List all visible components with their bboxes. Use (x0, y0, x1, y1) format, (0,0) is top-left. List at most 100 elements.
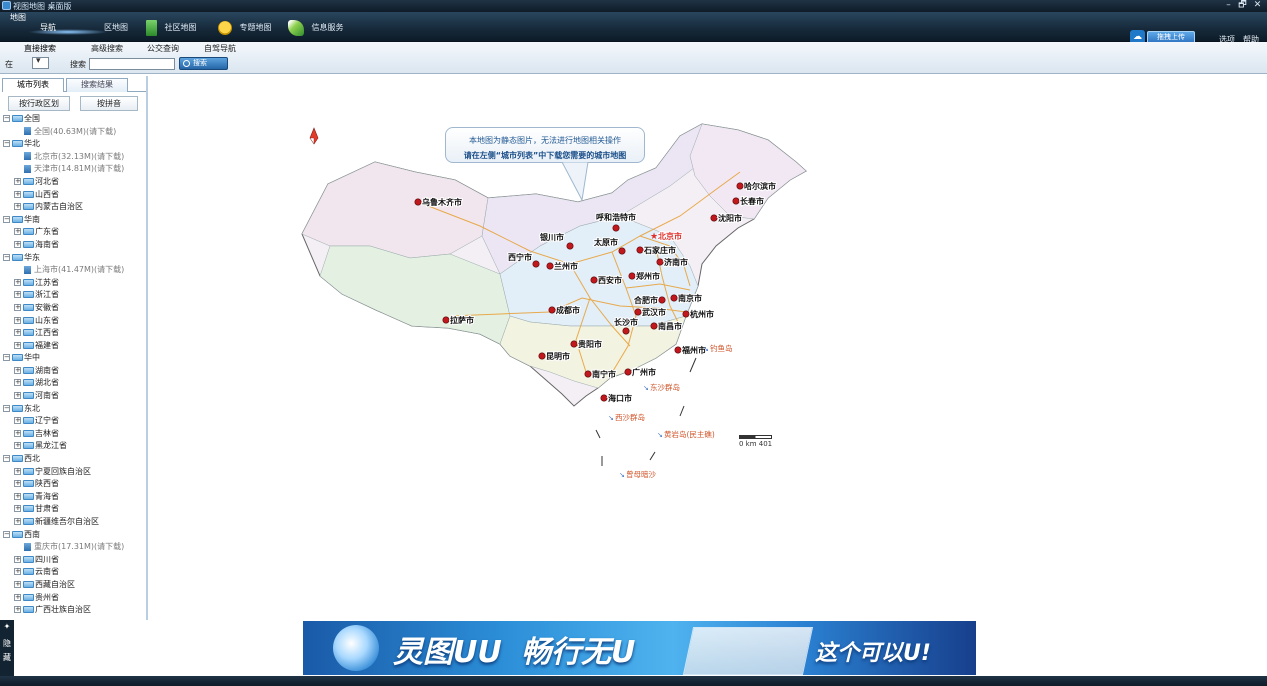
restore-button[interactable]: 🗗 (1236, 0, 1249, 11)
expand-icon[interactable]: + (14, 467, 21, 475)
tree-region[interactable]: − 华南 (2, 214, 146, 227)
tree-province[interactable]: + 江苏省 (2, 277, 146, 290)
tree-province[interactable]: + 陕西省 (2, 478, 146, 491)
tree-region[interactable]: − 华东 (2, 252, 146, 265)
tab-bus-query[interactable]: 公交查询 (147, 43, 179, 54)
tree-province[interactable]: + 湖南省 (2, 365, 146, 378)
tree-province[interactable]: + 河南省 (2, 390, 146, 403)
expand-icon[interactable]: + (14, 240, 21, 248)
nav-community-map[interactable]: 社区地图 (146, 19, 197, 37)
expand-icon[interactable]: + (14, 203, 21, 211)
expand-icon[interactable]: + (14, 392, 21, 400)
expand-icon[interactable]: + (14, 341, 21, 349)
expand-icon[interactable]: + (14, 518, 21, 525)
collapse-icon[interactable]: − (3, 530, 10, 538)
nav-info-service[interactable]: 信息服务 (288, 19, 344, 37)
tree-city-download[interactable]: 重庆市(17.31M)(请下载) (2, 541, 146, 554)
tree-node-label: 北京市(32.13M)(请下载) (34, 151, 125, 161)
expand-icon[interactable]: + (14, 593, 21, 601)
expand-icon[interactable]: + (14, 228, 21, 236)
expand-icon[interactable]: + (14, 379, 21, 387)
tab-search-results[interactable]: 搜索结果 (66, 78, 128, 92)
map-view[interactable]: 乌鲁木齐市 哈尔滨市 长春市 沈阳市 呼和浩特市 ★ 北京市 银川市 太原市 石家庄市 济南市 西宁市… (150, 76, 1267, 618)
tree-region[interactable]: − 全国 (2, 113, 146, 126)
close-button[interactable]: ✕ (1251, 0, 1264, 11)
expand-icon[interactable]: + (14, 303, 21, 311)
tree-region[interactable]: − 华中 (2, 352, 146, 365)
expand-icon[interactable]: + (14, 291, 21, 299)
expand-icon[interactable]: + (14, 366, 21, 374)
expand-icon[interactable]: + (14, 429, 21, 437)
tab-city-list[interactable]: 城市列表 (2, 78, 64, 92)
expand-icon[interactable]: + (14, 606, 21, 614)
expand-icon[interactable]: + (14, 190, 21, 198)
ad-banner[interactable]: 灵图UU 畅行无U 这个可以U! (303, 621, 976, 675)
expand-icon[interactable]: + (14, 580, 21, 588)
tree-province[interactable]: + 宁夏回族自治区 (2, 466, 146, 479)
expand-icon[interactable]: + (14, 316, 21, 324)
expand-icon[interactable]: + (14, 568, 21, 576)
tree-city-download[interactable]: 北京市(32.13M)(请下载) (2, 151, 146, 164)
tree-city-download[interactable]: 上海市(41.47M)(请下载) (2, 264, 146, 277)
nav-region-map-label: 区地图 (104, 23, 128, 32)
tree-region[interactable]: − 华北 (2, 138, 146, 151)
collapse-icon[interactable]: − (3, 253, 10, 261)
tree-province[interactable]: + 四川省 (2, 554, 146, 567)
tree-region[interactable]: − 东北 (2, 403, 146, 416)
tab-advanced-search[interactable]: 高级搜索 (91, 43, 123, 54)
nav-region-map[interactable]: 区地图 (104, 19, 128, 37)
tree-province[interactable]: + 山西省 (2, 189, 146, 202)
expand-icon[interactable]: + (14, 417, 21, 425)
expand-icon[interactable]: + (14, 442, 21, 450)
tree-province[interactable]: + 内蒙古自治区 (2, 201, 146, 214)
search-input[interactable] (89, 58, 175, 70)
tree-city-download[interactable]: 天津市(14.81M)(请下载) (2, 163, 146, 176)
tree-city-download[interactable]: 全国(40.63M)(请下载) (2, 126, 146, 139)
search-button[interactable]: 搜索 (179, 57, 228, 70)
collapse-icon[interactable]: − (3, 455, 10, 463)
expand-icon[interactable]: + (14, 480, 21, 488)
sort-by-region-button[interactable]: 按行政区划 (8, 96, 70, 111)
tree-province[interactable]: + 西藏自治区 (2, 579, 146, 592)
search-scope-select[interactable] (32, 56, 49, 69)
expand-icon[interactable]: + (14, 278, 21, 286)
tree-province[interactable]: + 辽宁省 (2, 415, 146, 428)
collapse-icon[interactable]: − (3, 115, 10, 122)
tree-province[interactable]: + 河北省 (2, 176, 146, 189)
nav-navigation[interactable]: 导航 (40, 19, 56, 37)
tree-province[interactable]: + 青海省 (2, 491, 146, 504)
collapse-icon[interactable]: − (3, 354, 10, 362)
expand-icon[interactable]: + (14, 492, 21, 500)
tree-province[interactable]: + 安徽省 (2, 302, 146, 315)
tree-province[interactable]: + 湖北省 (2, 377, 146, 390)
tree-province[interactable]: + 福建省 (2, 340, 146, 353)
tree-province[interactable]: + 甘肃省 (2, 503, 146, 516)
tree-province[interactable]: + 海南省 (2, 239, 146, 252)
hide-sidebar-toggle[interactable]: ✦ 隐藏 (0, 620, 14, 676)
tree-province[interactable]: + 广西壮族自治区 (2, 604, 146, 617)
expand-icon[interactable]: + (14, 329, 21, 337)
sort-by-pinyin-button[interactable]: 按拼音 (80, 96, 138, 111)
minimize-button[interactable]: – (1222, 0, 1235, 11)
tree-province[interactable]: + 广东省 (2, 226, 146, 239)
tree-province[interactable]: + 江西省 (2, 327, 146, 340)
tree-province[interactable]: + 贵州省 (2, 592, 146, 605)
tree-province[interactable]: + 云南省 (2, 566, 146, 579)
tree-province[interactable]: + 浙江省 (2, 289, 146, 302)
expand-icon[interactable]: + (14, 505, 21, 513)
tree-node-label: 湖南省 (35, 365, 59, 375)
expand-icon[interactable]: + (14, 555, 21, 563)
collapse-icon[interactable]: − (3, 140, 10, 148)
tree-province[interactable]: + 山东省 (2, 315, 146, 328)
tree-province[interactable]: + 吉林省 (2, 428, 146, 441)
collapse-icon[interactable]: − (3, 404, 10, 412)
tree-province[interactable]: + 新疆维吾尔自治区 (2, 516, 146, 529)
tab-direct-search[interactable]: 直接搜索 (24, 43, 56, 54)
tab-driving-nav[interactable]: 自驾导航 (204, 43, 236, 54)
tree-province[interactable]: + 黑龙江省 (2, 440, 146, 453)
nav-thematic-map[interactable]: 专题地图 (218, 19, 272, 37)
expand-icon[interactable]: + (14, 177, 21, 185)
tree-region[interactable]: − 西北 (2, 453, 146, 466)
collapse-icon[interactable]: − (3, 215, 10, 223)
tree-region[interactable]: − 西南 (2, 529, 146, 542)
